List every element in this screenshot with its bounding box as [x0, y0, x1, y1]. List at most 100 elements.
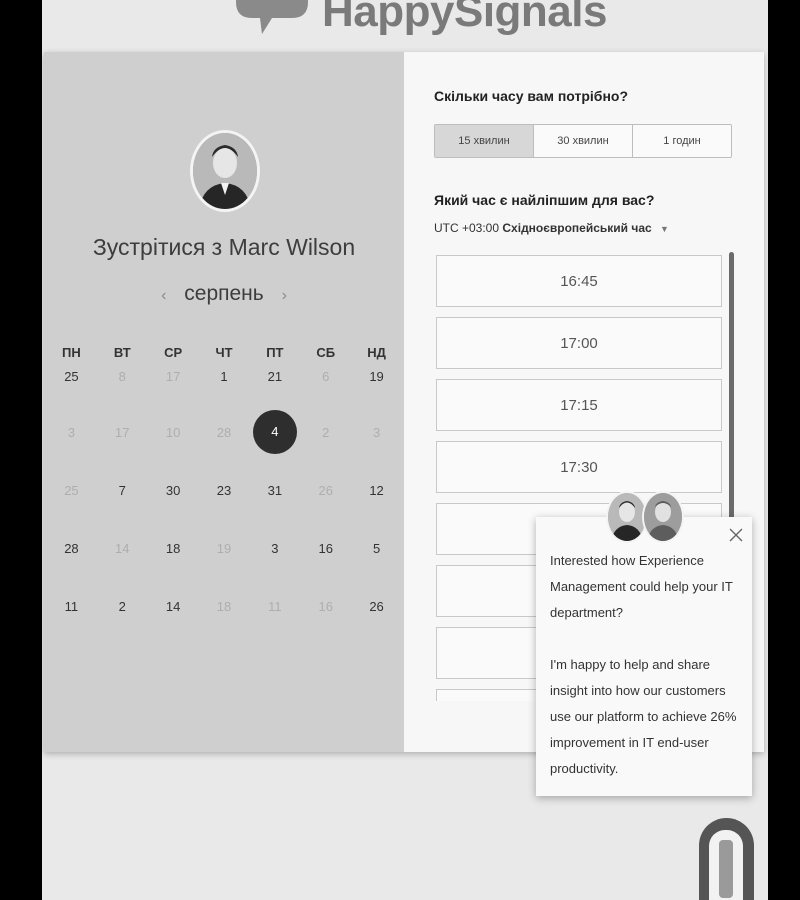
chat-popup: Interested how Experience Management cou… [536, 491, 752, 796]
calendar-day-number: 8 [118, 369, 126, 384]
duration-selector: 15 хвилин 30 хвилин 1 годин [434, 124, 732, 158]
calendar-day[interactable]: 31 [249, 482, 300, 540]
calendar-day[interactable]: 26 [351, 598, 402, 656]
calendar-day-number: 19 [216, 541, 232, 556]
chat-message-offer: I'm happy to help and share insight into… [550, 657, 737, 776]
timezone-selector[interactable]: UTC +03:00 Східноєвропейський час ▼ [434, 221, 669, 235]
calendar-day[interactable]: 25 [46, 366, 97, 424]
calendar-day: 14 [97, 540, 148, 598]
time-heading: Який час є найліпшим для вас? [434, 192, 655, 208]
calendar-day: 6 [300, 366, 351, 424]
calendar-day-number: 3 [372, 425, 381, 440]
host-avatar [190, 130, 260, 212]
calendar-day-number: 30 [165, 483, 181, 498]
calendar-day-selected[interactable]: 4 [249, 410, 300, 482]
calendar-day[interactable]: 11 [46, 598, 97, 656]
calendar-day[interactable]: 14 [148, 598, 199, 656]
duration-option[interactable]: 1 годин [633, 125, 731, 157]
calendar-day: 3 [351, 424, 402, 482]
calendar-day: 28 [199, 424, 250, 482]
time-slot-button[interactable]: 17:00 [436, 317, 722, 369]
chevron-right-icon[interactable]: › [270, 287, 299, 304]
calendar-day-number: 28 [216, 425, 232, 440]
calendar-day[interactable]: 7 [97, 482, 148, 540]
month-label: серпень [184, 282, 264, 305]
chat-launcher-bar [719, 840, 733, 898]
caret-down-icon: ▼ [660, 224, 669, 234]
page: HappySignals Зустрітися з Marc Wilson ‹ … [42, 0, 768, 900]
calendar-day-number: 1 [220, 369, 228, 384]
calendar-day: 17 [97, 424, 148, 482]
meeting-title: Зустрітися з Marc Wilson [44, 234, 404, 261]
calendar-day[interactable]: 19 [351, 366, 402, 424]
calendar-day-number: 11 [64, 599, 79, 614]
time-slot-button[interactable]: 17:15 [436, 379, 722, 431]
calendar-day-number: 2 [322, 425, 330, 440]
calendar-day-number: 17 [115, 425, 130, 440]
chat-message-intro: Interested how Experience Management cou… [550, 553, 733, 620]
calendar-day[interactable]: 30 [148, 482, 199, 540]
calendar-day[interactable]: 5 [351, 540, 402, 598]
calendar-day-number: 18 [216, 599, 232, 614]
calendar-day-number: 23 [216, 483, 232, 498]
calendar-day-number: 26 [318, 483, 333, 498]
duration-option[interactable]: 30 хвилин [534, 125, 633, 157]
weekday-label: ПТ [266, 345, 284, 360]
chevron-left-icon[interactable]: ‹ [149, 287, 178, 304]
weekday-label: НД [367, 345, 386, 360]
chat-message: Interested how Experience Management cou… [550, 548, 742, 782]
time-slot-button[interactable]: 16:45 [436, 255, 722, 307]
calendar-day: 25 [46, 482, 97, 540]
chat-launcher-icon[interactable] [699, 818, 754, 900]
chat-agent-avatar [642, 491, 684, 543]
calendar-day-number: 17 [165, 369, 181, 384]
calendar-day-number: 31 [267, 483, 283, 498]
weekday-label: ЧТ [215, 345, 233, 360]
chat-agent-avatars [606, 491, 686, 543]
meeting-title-prefix: Зустрітися з [92, 234, 229, 260]
calendar-panel: Зустрітися з Marc Wilson ‹ серпень › ПН В… [44, 52, 404, 752]
calendar-day-number: 25 [64, 483, 79, 498]
calendar-day[interactable]: 2 [97, 598, 148, 656]
calendar-day[interactable]: 23 [199, 482, 250, 540]
calendar-day[interactable]: 3 [249, 540, 300, 598]
calendar-day[interactable]: 12 [351, 482, 402, 540]
calendar-day: 2 [300, 424, 351, 482]
timezone-offset: UTC +03:00 [434, 221, 500, 235]
timezone-name: Східноєвропейський час [502, 221, 652, 235]
calendar-day-number: 16 [318, 541, 333, 556]
close-icon[interactable] [728, 527, 744, 543]
calendar-day: 3 [46, 424, 97, 482]
brand-name: HappySignals [322, 0, 607, 36]
weekday-label: СБ [316, 345, 336, 360]
calendar-day: 26 [300, 482, 351, 540]
calendar-day-number: 4 [252, 410, 297, 454]
calendar-day[interactable]: 18 [148, 540, 199, 598]
slot-list-scrollbar[interactable] [729, 252, 734, 522]
calendar-day-number: 3 [67, 425, 76, 440]
duration-option[interactable]: 15 хвилин [435, 125, 534, 157]
calendar-day-number: 26 [369, 599, 384, 614]
duration-heading: Скільки часу вам потрібно? [434, 88, 629, 104]
calendar-day[interactable]: 28 [46, 540, 97, 598]
calendar-day-number: 18 [165, 541, 181, 556]
calendar-day-number: 12 [369, 483, 384, 498]
calendar-day[interactable]: 16 [300, 540, 351, 598]
calendar-day-number: 10 [165, 425, 181, 440]
calendar-day-number: 14 [115, 541, 130, 556]
time-slot-button[interactable]: 17:30 [436, 441, 722, 493]
calendar-day-number: 28 [64, 541, 79, 556]
calendar-day: 16 [300, 598, 351, 656]
calendar-day-number: 11 [268, 599, 282, 614]
calendar-day-number: 7 [118, 483, 126, 498]
brand-header: HappySignals [232, 0, 607, 38]
calendar-day-number: 21 [267, 369, 283, 384]
calendar-day-number: 5 [372, 541, 381, 556]
calendar-day: 11 [249, 598, 300, 656]
calendar-day[interactable]: 1 [199, 366, 250, 424]
calendar-day: 19 [199, 540, 250, 598]
calendar-day: 8 [97, 366, 148, 424]
calendar-day-number: 3 [271, 541, 279, 556]
weekday-label: СР [164, 345, 183, 360]
weekday-label: ВТ [113, 345, 131, 360]
